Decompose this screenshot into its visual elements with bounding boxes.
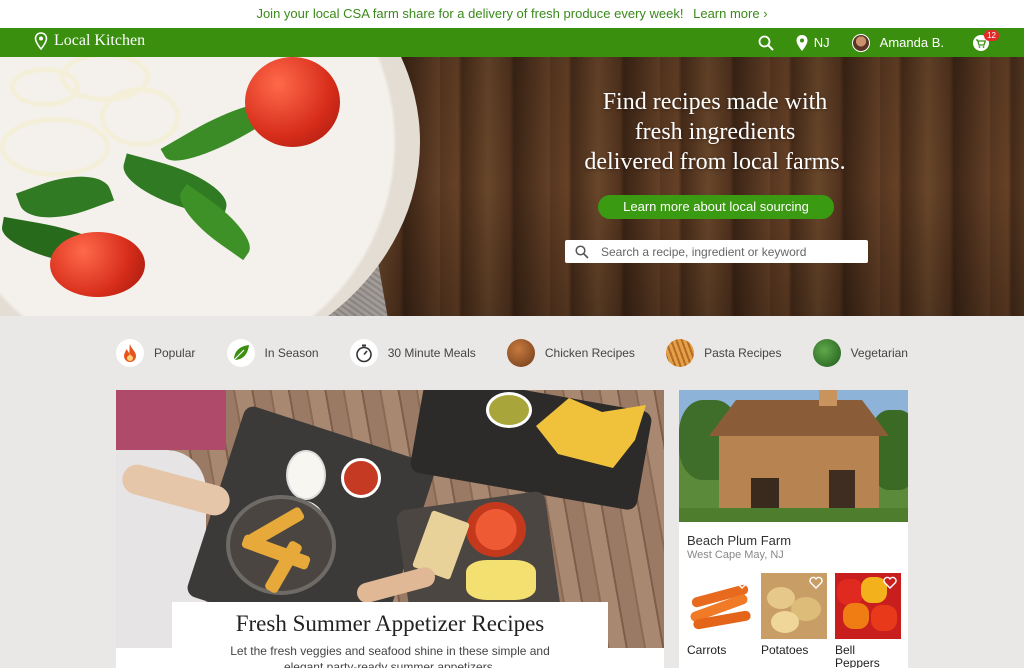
featured-recipe-caption: Fresh Summer Appetizer Recipes Let the f… (172, 602, 608, 668)
search-button[interactable] (758, 35, 774, 51)
cart-button[interactable]: 12 (972, 29, 999, 51)
produce-carrots[interactable] (687, 573, 753, 639)
brand-logo[interactable]: Local Kitchen (34, 32, 145, 50)
farm-card[interactable]: Beach Plum Farm West Cape May, NJ Carrot… (679, 390, 908, 668)
produce-label: Bell Peppers (835, 643, 880, 668)
category-label: In Season (264, 346, 319, 360)
barn-photo (679, 390, 908, 522)
announcement-text: Join your local CSA farm share for a del… (256, 6, 684, 21)
search-placeholder: Search a recipe, ingredient or keyword (601, 244, 807, 259)
search-icon (758, 35, 774, 51)
farm-name: Beach Plum Farm (687, 533, 792, 548)
recipe-search-input[interactable]: Search a recipe, ingredient or keyword (565, 240, 868, 263)
category-label: 30 Minute Meals (387, 346, 476, 360)
avatar (851, 33, 870, 52)
pasta-icon (666, 339, 695, 367)
favorite-heart-icon[interactable] (809, 576, 823, 589)
search-icon (575, 244, 589, 259)
category-vegetarian[interactable]: Vegetarian (812, 339, 908, 367)
category-label: Chicken Recipes (544, 346, 635, 360)
local-sourcing-button[interactable]: Learn more about local sourcing (598, 195, 834, 219)
farm-location: West Cape May, NJ (687, 549, 784, 561)
produce-bell-peppers[interactable] (835, 573, 901, 639)
chicken-icon (506, 339, 535, 367)
greens-icon (812, 339, 841, 367)
stopwatch-icon (349, 339, 378, 367)
category-popular[interactable]: Popular (116, 339, 195, 367)
announcement-learn-more-link[interactable]: Learn more › (693, 6, 767, 21)
hero-headline: Find recipes made with fresh ingredients… (584, 89, 846, 175)
location-selector[interactable]: NJ (796, 34, 830, 51)
category-label: Pasta Recipes (704, 346, 782, 360)
featured-recipe-title: Fresh Summer Appetizer Recipes (235, 611, 545, 636)
produce-potatoes[interactable] (761, 573, 827, 639)
category-chicken-recipes[interactable]: Chicken Recipes (506, 339, 635, 367)
flame-icon (116, 339, 144, 367)
category-pasta-recipes[interactable]: Pasta Recipes (666, 339, 781, 367)
cart-count-badge: 12 (984, 29, 999, 41)
featured-recipe-card[interactable]: Fresh Summer Appetizer Recipes Let the f… (116, 390, 664, 668)
location-pin-icon (34, 32, 48, 50)
category-in-season[interactable]: In Season (226, 339, 319, 367)
tomato-image (50, 232, 145, 297)
location-pin-icon (796, 34, 808, 51)
user-name: Amanda B. (879, 35, 944, 50)
category-30-minute-meals[interactable]: 30 Minute Meals (349, 339, 476, 367)
category-label: Popular (154, 346, 196, 360)
top-nav: Local Kitchen NJ Amanda B. 12 (0, 28, 1024, 57)
announcement-bar: Join your local CSA farm share for a del… (0, 0, 1024, 28)
leaf-icon (226, 339, 255, 367)
featured-recipe-description: Let the fresh veggies and seafood shine … (230, 644, 550, 668)
user-menu[interactable]: Amanda B. (851, 33, 944, 52)
produce-label: Potatoes (761, 643, 809, 657)
tomato-image (245, 57, 340, 147)
hero-banner: Find recipes made with fresh ingredients… (0, 57, 1024, 316)
nav-actions: NJ Amanda B. 12 (736, 28, 999, 57)
category-nav: Popular In Season 30 Minute Meals Chicke… (116, 338, 908, 368)
brand-name: Local Kitchen (54, 32, 146, 49)
category-label: Vegetarian (850, 346, 908, 360)
location-label: NJ (813, 35, 830, 50)
favorite-heart-icon[interactable] (735, 576, 749, 589)
favorite-heart-icon[interactable] (883, 576, 897, 589)
produce-label: Carrots (687, 643, 727, 657)
